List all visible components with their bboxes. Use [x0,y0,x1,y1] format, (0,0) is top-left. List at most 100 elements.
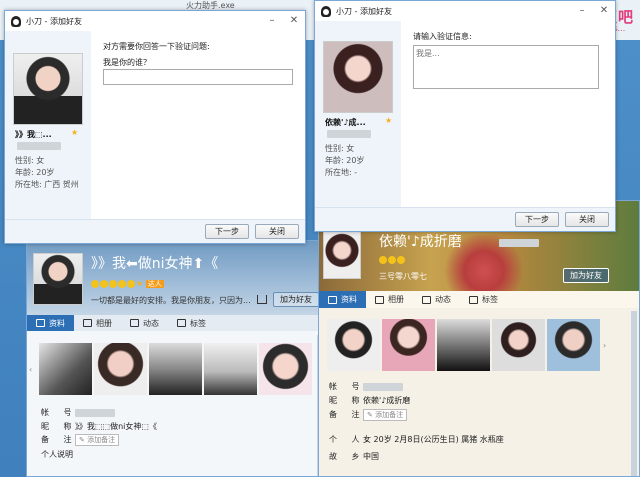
profile-1-tabs: 资料 相册 动态 标签 [27,315,323,331]
feed-icon [130,319,139,327]
profile-2-level [379,255,406,264]
dialog-2-message-input[interactable] [413,45,599,89]
dialog-2-avatar [323,41,393,113]
dialog-2-user-info: 性别: 女 年龄: 20岁 所在地: - [325,143,364,179]
profile-window-1: 》》我⬅做ni女神⬆《 ★ 达人 一切都是最好的安排。我是你朋友，只因为... … [26,240,324,477]
add-remark-button[interactable]: ✎ 添加备注 [75,434,120,446]
profile-1-badge: 达人 [145,280,164,288]
dialog-1-question-prompt: 对方需要你回答一下验证问题: [103,42,210,51]
profile-2-nickname-blurred [499,239,539,247]
dialog-2-window-buttons: – ✕ [571,1,615,19]
photo-thumb[interactable] [492,319,545,371]
share-icon[interactable] [257,295,267,304]
tab-feed[interactable]: 动态 [413,291,460,308]
dialog-1-user-pane: 》》我⬚... ★ 性别: 女 年龄: 20岁 所在地: 广西 贺州 [5,31,91,221]
profile-1-level: ★ 达人 [91,279,164,289]
profile-1-signature: 一切都是最好的安排。我是你朋友，只因为... [91,296,251,305]
dialog-1-answer-input[interactable] [103,69,293,85]
photos-next-icon[interactable]: › [603,341,606,350]
dialog-2-titlebar: 小刀 - 添加好友 [315,1,615,21]
tab-info[interactable]: 资料 [319,291,366,308]
profile-window-2: 依赖'♪成折磨 三号零八零七 加为好友 资料 相册 动态 标签 › 帐 号: 昵… [318,200,640,477]
album-icon [83,319,92,327]
tab-album[interactable]: 相册 [366,291,413,308]
add-friend-dialog-2: 小刀 - 添加好友 – ✕ 依赖'♪成... ★ 性别: 女 年龄: 20岁 所… [314,0,616,232]
profile-2-tabs: 资料 相册 动态 标签 [319,291,639,308]
dialog-1-location: 所在地: 广西 贺州 [15,180,79,189]
profile-1-avatar[interactable] [33,253,83,305]
profile-2-avatar[interactable] [323,231,361,279]
profile-2-nickname: 依赖'♪成折磨 [379,234,462,250]
dialog-1-next-button[interactable]: 下一步 [205,224,249,239]
qq-penguin-icon [11,15,21,27]
profile-2-photos [327,319,602,371]
profile-2-nickname-row: 昵 称:依赖'♪成折磨 [329,396,411,405]
tab-tags[interactable]: 标签 [168,315,215,331]
photo-thumb[interactable] [149,343,202,395]
account-number-blurred [75,408,115,417]
add-remark-button[interactable]: ✎ 添加备注 [363,409,408,421]
minimize-icon[interactable]: – [571,1,593,19]
tab-tags[interactable]: 标签 [460,291,507,308]
dialog-1-question: 我是你的谁？ [103,58,151,67]
dialog-1-user-name: 》》我⬚... [15,130,52,139]
dialog-1-footer: 下一步 关闭 [5,219,305,243]
photo-thumb[interactable] [382,319,435,371]
profile-1-personal-note: 个人说明 [41,450,73,459]
dialog-1-age: 年龄: 20岁 [15,168,55,177]
profile-1-nickname: 》》我⬅做ni女神⬆《 [91,256,219,272]
dialog-2-age: 年龄: 20岁 [325,156,365,165]
card-icon [328,295,337,304]
dialog-2-gender: 性别: 女 [325,144,355,153]
close-icon[interactable]: ✕ [593,1,615,19]
dialog-2-user-name: 依赖'♪成... [325,118,366,127]
profile-1-remark-row: 备 注:✎ 添加备注 [41,434,120,446]
tab-info[interactable]: 资料 [27,315,74,331]
star-icon: ★ [71,128,79,137]
dialog-1-title: 小刀 - 添加好友 [26,16,82,26]
star-icon: ★ [385,116,393,125]
profile-1-account-row: 帐 号: [41,407,115,418]
photo-thumb[interactable] [94,343,147,395]
profile-2-add-friend-button[interactable]: 加为好友 [563,268,609,283]
photo-thumb[interactable] [259,343,312,395]
dialog-1-user-info: 性别: 女 年龄: 20岁 所在地: 广西 贺州 [15,155,79,191]
dialog-1-window-buttons: – ✕ [261,11,305,29]
photo-thumb[interactable] [437,319,490,371]
dialog-2-next-button[interactable]: 下一步 [515,212,559,227]
profile-2-scrollbar[interactable] [631,311,637,476]
profile-2-hometown-row: 故 乡:中国 [329,452,379,461]
bookmark-icon [469,295,478,304]
profile-1-nickname-row: 昵 称:》》我⬚⬚做ni女神⬚《 [41,422,157,431]
profile-2-remark-row: 备 注:✎ 添加备注 [329,409,408,421]
card-icon [36,319,45,327]
dialog-1-avatar [13,53,83,125]
tab-album[interactable]: 相册 [74,315,121,331]
dialog-1-titlebar: 小刀 - 添加好友 [5,11,305,31]
dialog-2-title: 小刀 - 添加好友 [336,6,392,16]
dialog-2-footer: 下一步 关闭 [315,207,615,231]
photo-thumb[interactable] [39,343,92,395]
bookmark-icon [177,319,186,327]
dialog-2-location: 所在地: - [325,168,358,177]
minimize-icon[interactable]: – [261,11,283,29]
album-icon [375,295,384,304]
profile-1-add-friend-button[interactable]: 加为好友 [273,292,319,307]
dialog-2-account-blurred [327,130,371,138]
photo-thumb[interactable] [547,319,600,371]
close-icon[interactable]: ✕ [283,11,305,29]
tab-feed[interactable]: 动态 [121,315,168,331]
dialog-2-user-pane: 依赖'♪成... ★ 性别: 女 年龄: 20岁 所在地: - [315,21,401,209]
profile-1-photos [39,343,314,395]
profile-2-subtitle: 三号零八零七 [379,272,427,281]
add-friend-dialog-1: 小刀 - 添加好友 – ✕ 》》我⬚... ★ 性别: 女 年龄: 20岁 所在… [4,10,306,244]
dialog-1-account-blurred [17,142,61,150]
qq-penguin-icon [321,5,331,17]
photo-thumb[interactable] [327,319,380,371]
dialog-2-close-button[interactable]: 关闭 [565,212,609,227]
photos-prev-icon[interactable]: ‹ [29,365,32,374]
dialog-2-prompt: 请输入验证信息: [413,32,472,41]
photo-thumb[interactable] [204,343,257,395]
dialog-1-close-button[interactable]: 关闭 [255,224,299,239]
profile-2-personal-row: 个 人:女 20岁 2月8日(公历生日) 属猪 水瓶座 [329,435,504,444]
